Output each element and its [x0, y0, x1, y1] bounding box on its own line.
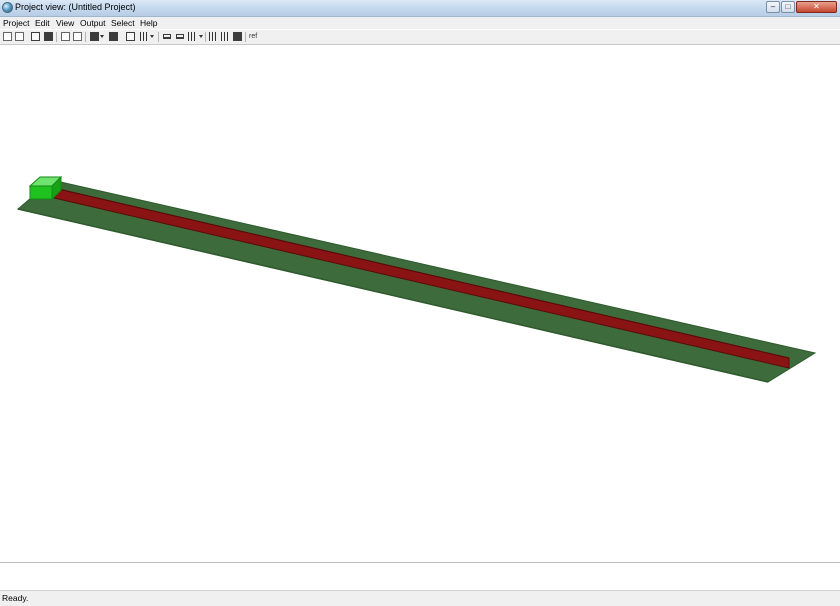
toolbar: ref	[0, 30, 840, 45]
menu-output[interactable]: Output	[80, 17, 106, 29]
align-icon[interactable]	[188, 32, 197, 41]
minimize-button[interactable]: –	[766, 1, 780, 13]
import-icon[interactable]	[31, 32, 40, 41]
barrier-wall[interactable]	[53, 187, 790, 369]
toolbar-separator	[158, 32, 159, 42]
status-bar: Ready.	[0, 590, 840, 606]
copy-icon[interactable]	[61, 32, 70, 41]
3d-viewport[interactable]	[0, 46, 840, 563]
analysis-icon[interactable]	[209, 32, 218, 41]
move-right-icon[interactable]	[163, 34, 171, 39]
duplicate-icon[interactable]	[15, 32, 24, 41]
chevron-down-icon[interactable]	[199, 35, 203, 38]
status-text: Ready.	[2, 593, 29, 603]
toolbar-separator	[85, 32, 86, 42]
chevron-down-icon[interactable]	[100, 35, 104, 38]
reset-view-icon[interactable]	[126, 32, 135, 41]
window-title: Project view: (Untitled Project)	[15, 2, 136, 12]
menu-help[interactable]: Help	[140, 17, 157, 29]
calibrate-icon[interactable]	[233, 32, 242, 41]
ground-edge	[17, 208, 769, 383]
render-icon[interactable]	[109, 32, 118, 41]
toolbar-separator	[56, 32, 57, 42]
scale-icon[interactable]: ref	[249, 32, 261, 41]
app-globe-icon	[2, 2, 13, 13]
spectrum-icon[interactable]	[221, 32, 230, 41]
grid-icon[interactable]	[140, 32, 149, 41]
chevron-down-icon[interactable]	[150, 35, 154, 38]
move-left-icon[interactable]	[176, 34, 184, 39]
scene-canvas[interactable]	[0, 46, 840, 562]
maximize-button[interactable]: □	[781, 1, 795, 13]
toolbar-separator	[245, 32, 246, 42]
display-mode-icon[interactable]	[90, 32, 99, 41]
barrier-top-edge	[53, 187, 790, 359]
title-bar[interactable]: Project view: (Untitled Project) – □ ✕	[0, 0, 840, 17]
menu-select[interactable]: Select	[111, 17, 135, 29]
menu-project[interactable]: Project	[3, 17, 29, 29]
source-block-side[interactable]	[29, 185, 53, 200]
export-icon[interactable]	[44, 32, 53, 41]
menu-edit[interactable]: Edit	[35, 17, 50, 29]
menu-view[interactable]: View	[56, 17, 74, 29]
toolbar-separator	[205, 32, 206, 42]
close-button[interactable]: ✕	[796, 1, 837, 13]
menu-bar: Project Edit View Output Select Help	[0, 17, 840, 29]
new-document-icon[interactable]	[3, 32, 12, 41]
paste-icon[interactable]	[73, 32, 82, 41]
